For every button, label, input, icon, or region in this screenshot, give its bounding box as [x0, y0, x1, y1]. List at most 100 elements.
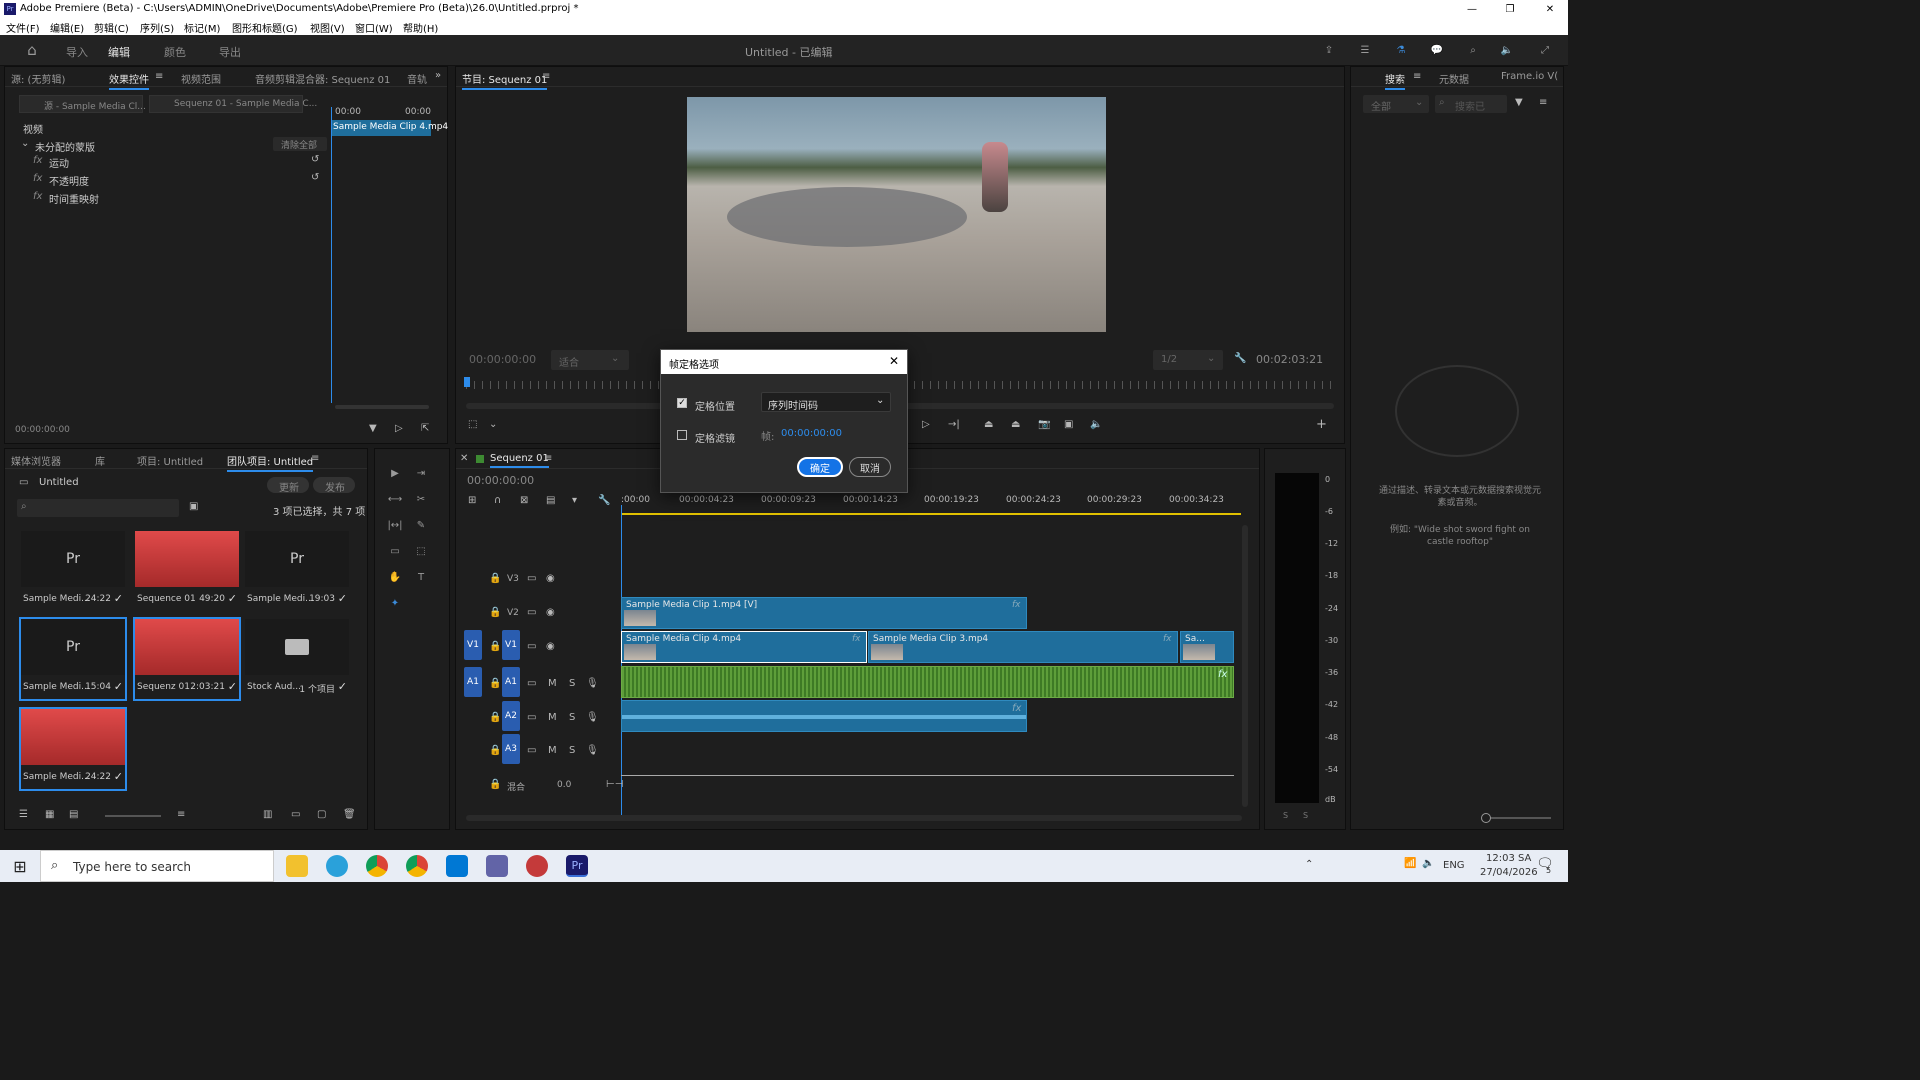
- ripple-edit-icon[interactable]: ⟷: [387, 491, 403, 507]
- selection-tool-icon[interactable]: ▶: [387, 465, 403, 481]
- hold-position-checkbox[interactable]: ✓: [677, 398, 687, 408]
- frame-timecode[interactable]: 00:00:00:00: [781, 428, 842, 439]
- search-input[interactable]: ⌕ 搜索已: [1435, 95, 1507, 113]
- project-item-selected[interactable]: Pr Sample Medi... 15:04 ✓: [19, 617, 127, 701]
- workspace-import[interactable]: 导入: [66, 44, 88, 60]
- effect-row-opacity[interactable]: fx 不透明度 ↺: [19, 171, 329, 188]
- menu-file[interactable]: 文件(F): [6, 20, 40, 35]
- rectangle-tool-icon[interactable]: ▭: [387, 543, 403, 559]
- tab-team-project[interactable]: 团队项目: Untitled: [227, 453, 314, 472]
- slip-tool-icon[interactable]: |↔|: [387, 517, 403, 533]
- camera-icon[interactable]: 📷: [1038, 419, 1050, 430]
- panel-menu-icon[interactable]: ≡: [544, 453, 552, 464]
- workspace-edit[interactable]: 编辑: [108, 44, 130, 60]
- store-icon[interactable]: [446, 855, 468, 877]
- menu-sequence[interactable]: 序列(S): [140, 20, 174, 35]
- new-bin-icon[interactable]: ▣: [189, 501, 198, 512]
- cancel-button[interactable]: 取消: [849, 457, 891, 477]
- source-patch-v1[interactable]: V1: [464, 630, 482, 660]
- track-a3[interactable]: A3: [502, 734, 520, 764]
- panel-menu-icon[interactable]: ≡: [155, 71, 163, 82]
- chevron-down-icon[interactable]: ⌄: [489, 419, 497, 430]
- solo-button[interactable]: S: [569, 745, 575, 756]
- track-v2[interactable]: V2: [507, 608, 519, 618]
- clock-time[interactable]: 12:03 SA: [1486, 853, 1531, 864]
- solo-right-button[interactable]: S: [1303, 811, 1308, 820]
- lock-icon[interactable]: 🔒: [489, 712, 501, 723]
- maximize-icon[interactable]: ❐: [1500, 0, 1520, 18]
- eye-icon[interactable]: ◉: [546, 573, 555, 584]
- speaker-icon[interactable]: 🔈: [1422, 858, 1434, 869]
- teams-icon[interactable]: [486, 855, 508, 877]
- ec-clip-bar[interactable]: Sample Media Clip 4.mp4: [331, 120, 448, 136]
- nest-icon[interactable]: ⊞: [468, 495, 476, 506]
- wrench-icon[interactable]: 🔧: [1234, 353, 1246, 364]
- lift-icon[interactable]: ⏏: [984, 419, 993, 430]
- mute-button[interactable]: M: [548, 712, 557, 723]
- tab-program[interactable]: 节目: Sequenz 01: [462, 71, 548, 90]
- fit-dropdown[interactable]: 适合 ⌄: [551, 350, 629, 370]
- telegram-icon[interactable]: [326, 855, 348, 877]
- reset-icon[interactable]: ↺: [311, 172, 319, 183]
- mix-value[interactable]: 0.0: [557, 780, 571, 790]
- zoom-slider-handle[interactable]: [1481, 813, 1491, 823]
- program-timecode[interactable]: 00:00:00:00: [469, 353, 536, 366]
- tab-audio-mixer[interactable]: 音频剪辑混合器: Sequenz 01: [255, 71, 390, 86]
- premiere-taskbar-icon[interactable]: Pr: [566, 855, 588, 877]
- search-scene-icon[interactable]: ⌕: [1464, 42, 1482, 58]
- timeline-timecode[interactable]: 00:00:00:00: [467, 474, 534, 487]
- project-search-input[interactable]: ⌕: [17, 499, 179, 517]
- list-view-icon[interactable]: ☰: [19, 809, 28, 820]
- lock-icon[interactable]: 🔒: [489, 573, 501, 584]
- automate-icon[interactable]: ▥: [263, 809, 272, 820]
- tab-metadata[interactable]: 元数据: [1439, 71, 1469, 86]
- video-clip[interactable]: Sa...: [1180, 631, 1234, 663]
- source-chip[interactable]: 源 - Sample Media Cl...: [19, 95, 146, 113]
- comparison-icon[interactable]: ▣: [1064, 419, 1073, 430]
- panel-menu-icon[interactable]: ≡: [542, 71, 550, 82]
- solo-button[interactable]: S: [569, 678, 575, 689]
- mute-button[interactable]: M: [548, 745, 557, 756]
- track-v3[interactable]: V3: [507, 574, 519, 584]
- track-a1[interactable]: A1: [502, 667, 520, 697]
- lock-icon[interactable]: 🔒: [489, 745, 501, 756]
- freeform-view-icon[interactable]: ▤: [69, 809, 78, 820]
- mix-level-line[interactable]: [621, 775, 1234, 776]
- minimize-icon[interactable]: —: [1462, 0, 1482, 18]
- hold-position-select[interactable]: 序列时间码 ⌄: [761, 392, 891, 412]
- tab-search[interactable]: 搜索: [1385, 71, 1405, 90]
- tab-media-browser[interactable]: 媒体浏览器: [11, 453, 61, 468]
- audio-clip-a2[interactable]: fx: [621, 700, 1027, 732]
- publish-button[interactable]: 发布: [313, 477, 355, 494]
- workspace-color[interactable]: 颜色: [164, 44, 186, 60]
- razor-icon[interactable]: ✂: [413, 491, 429, 507]
- tab-audio-track[interactable]: 音轨: [407, 71, 427, 86]
- ec-playhead[interactable]: [331, 107, 332, 403]
- mic-icon[interactable]: 🎙: [586, 745, 599, 756]
- sync-icon[interactable]: ▭: [527, 712, 536, 723]
- list-icon[interactable]: ≡: [1539, 97, 1547, 108]
- taskbar-search-input[interactable]: ⌕ Type here to search: [40, 850, 274, 882]
- hand-tool-icon[interactable]: ✋: [387, 569, 403, 585]
- sync-icon[interactable]: ▭: [527, 678, 536, 689]
- browser-icon[interactable]: [526, 855, 548, 877]
- chrome-alt-icon[interactable]: [406, 855, 428, 877]
- lock-icon[interactable]: 🔒: [489, 678, 501, 689]
- comments-icon[interactable]: 💬: [1428, 42, 1446, 58]
- close-icon[interactable]: ✕: [1540, 0, 1560, 18]
- sync-icon[interactable]: ▭: [527, 573, 536, 584]
- audio-clip-a1[interactable]: fx: [621, 666, 1234, 698]
- pen-tool-icon[interactable]: ✎: [413, 517, 429, 533]
- project-item[interactable]: Stock Aud... 1 个项目 ✓: [245, 619, 349, 699]
- menu-help[interactable]: 帮助(H): [403, 20, 438, 35]
- notification-icon[interactable]: 🗨: [1536, 856, 1554, 872]
- sync-icon[interactable]: ▭: [527, 641, 536, 652]
- source-patch-a1[interactable]: A1: [464, 667, 482, 697]
- text-tool-icon[interactable]: T: [413, 569, 429, 585]
- tab-project[interactable]: 项目: Untitled: [137, 453, 203, 468]
- linked-icon[interactable]: ⊠: [520, 495, 528, 506]
- transform-icon[interactable]: ⬚: [413, 543, 429, 559]
- home-icon[interactable]: ⌂: [22, 41, 42, 59]
- chevron-up-icon[interactable]: ⌃: [1305, 859, 1313, 870]
- queue-icon[interactable]: ☰: [1356, 42, 1374, 58]
